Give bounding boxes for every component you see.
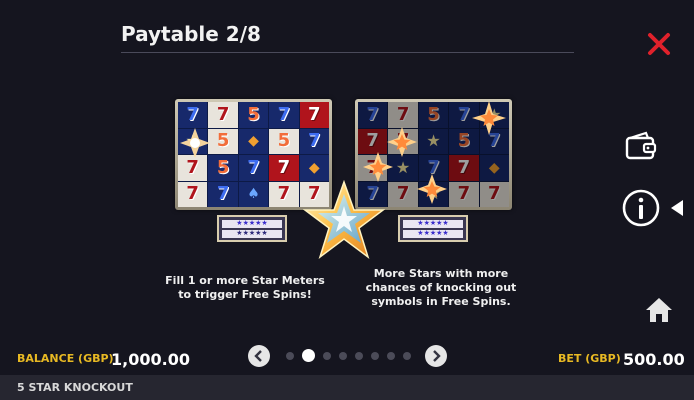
info-icon [622,189,660,227]
page-dot[interactable] [355,351,363,360]
balance-label: BALANCE (GBP) [17,352,114,365]
reel-symbol: ◆ [479,155,509,181]
reel-symbol: 7 [449,155,479,181]
reel-symbol: 7 [299,181,329,207]
chevron-right-icon [433,350,441,362]
bottom-bar: 5 STAR KNOCKOUT [0,375,694,400]
reel-symbol: 5 [269,128,299,154]
star-meter-row: ★★★★★ [403,219,463,228]
bet-label: BET (GBP) [558,352,621,365]
reel-symbol: ★ [388,155,418,181]
game-name: 5 STAR KNOCKOUT [17,381,133,394]
home-icon [646,298,672,322]
reel-symbol: 5 [208,128,238,154]
close-icon [648,33,670,55]
reel-symbol: ♠ [238,181,269,207]
bet-value: 500.00 [623,350,685,369]
reel-symbol: 7 [418,155,449,181]
reel-symbol: 7 [479,128,509,154]
page-dot[interactable] [387,351,395,360]
description-right: More Stars with more chances of knocking… [365,267,517,308]
reel-symbol: 5 [208,155,238,181]
reel-symbol: 7 [358,128,388,154]
reel-symbol: ★ [479,102,509,128]
reel-symbol: 7 [269,102,299,128]
reel-symbol: 7 [358,102,388,128]
reels-example-right: 7 7 5 7 ★ 7 7 ★ 5 7 7 ★ 7 7 ◆ 7 7 ★ 7 7 [355,99,512,210]
reel-symbol: ★ [418,128,449,154]
home-button[interactable] [644,296,674,324]
star-meter-row: ★★★★★ [222,229,282,238]
close-button[interactable] [645,30,673,58]
reel-symbol: 7 [299,102,329,128]
page-dot[interactable] [403,351,411,360]
triangle-left-icon [671,200,683,216]
reel-symbol: 7 [358,155,388,181]
reel-symbol: 7 [479,181,509,207]
wallet-button[interactable] [624,130,658,164]
reel-symbol: 7 [388,181,418,207]
title-divider [121,52,574,53]
page-title: Paytable 2/8 [121,22,261,46]
info-button[interactable] [621,188,661,228]
reel-grid: 7 7 5 7 ★ 7 7 ★ 5 7 7 ★ 7 7 ◆ 7 7 ★ 7 7 [358,102,509,207]
balance-value: 1,000.00 [111,350,190,369]
star-meter-right: ★★★★★ ★★★★★ [398,215,468,242]
description-left: Fill 1 or more Star Meters to trigger Fr… [165,274,325,301]
reel-symbol: 7 [269,181,299,207]
reel-grid: 7 7 5 7 7 ★ 5 ◆ 5 7 7 5 7 7 ◆ 7 7 ♠ 7 7 [178,102,329,207]
reel-symbol: ★ [178,128,208,154]
page-dots [286,349,411,362]
reel-symbol: 7 [388,102,418,128]
star-meter-left: ★★★★★ ★★★★★ [217,215,287,242]
reel-symbol: 5 [238,102,269,128]
page-dot[interactable] [286,351,294,360]
next-page-button[interactable] [425,345,447,367]
reel-symbol: ★ [418,181,449,207]
reel-symbol: 7 [178,155,208,181]
reel-symbol: 7 [269,155,299,181]
page-dot[interactable] [339,351,347,360]
reels-example-left: 7 7 5 7 7 ★ 5 ◆ 5 7 7 5 7 7 ◆ 7 7 ♠ 7 7 [175,99,332,210]
reel-symbol: 7 [449,181,479,207]
reel-symbol: 7 [449,102,479,128]
reel-symbol: ◆ [299,155,329,181]
reel-symbol: 7 [208,181,238,207]
reel-symbol: 7 [299,128,329,154]
page-dot[interactable] [302,349,315,362]
reel-symbol: 7 [358,181,388,207]
info-active-pointer [669,199,685,217]
reel-symbol: 7 [388,128,418,154]
reel-symbol: 7 [178,181,208,207]
star-meter-row: ★★★★★ [403,229,463,238]
reel-symbol: 7 [178,102,208,128]
reel-symbol: 5 [449,128,479,154]
page-dot[interactable] [371,351,379,360]
wallet-icon [625,131,657,160]
reel-symbol: 5 [418,102,449,128]
chevron-left-icon [254,350,262,362]
reel-symbol: ◆ [238,128,269,154]
prev-page-button[interactable] [248,345,270,367]
page-dot[interactable] [323,351,331,360]
star-meter-row: ★★★★★ [222,219,282,228]
reel-symbol: 7 [208,102,238,128]
reel-symbol: 7 [238,155,269,181]
